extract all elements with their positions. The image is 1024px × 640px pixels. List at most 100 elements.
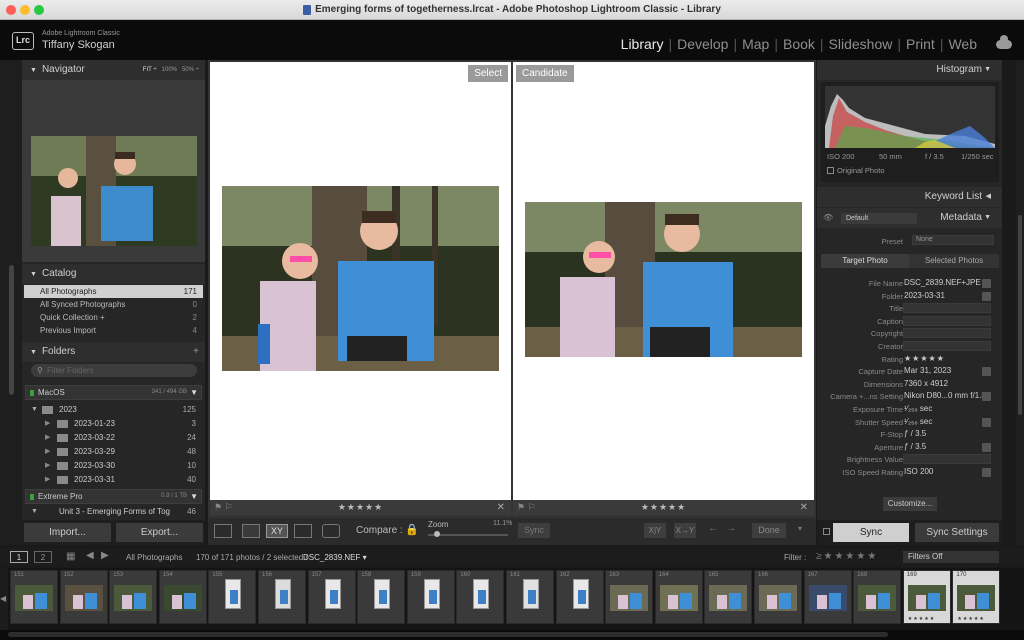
filmstrip-thumbnail[interactable]: 168 xyxy=(853,570,902,624)
filmstrip-thumbnail[interactable]: 153 xyxy=(109,570,158,624)
swap-button[interactable]: X|Y xyxy=(644,523,666,538)
metadata-field-value[interactable]: ƒ / 3.5 xyxy=(904,429,926,438)
window-2-button[interactable]: 2 xyxy=(34,551,52,563)
navigator-preview[interactable] xyxy=(22,80,205,262)
candidate-pane[interactable]: Candidate xyxy=(513,62,814,500)
filmstrip-thumbnail[interactable]: 166 xyxy=(754,570,802,624)
filmstrip-source[interactable]: All Photographs xyxy=(126,553,182,562)
catalog-item-quick-collection[interactable]: Quick Collection + 2 xyxy=(24,311,203,324)
tab-selected-photos[interactable]: Selected Photos xyxy=(909,254,999,268)
metadata-field-value[interactable]: ISO 200 xyxy=(904,467,933,476)
sync-toolbar-button[interactable]: Sync xyxy=(518,523,550,538)
close-candidate-icon[interactable]: ✕ xyxy=(800,500,808,515)
metadata-field-value[interactable]: ƒ / 3.5 xyxy=(904,442,926,451)
customize-button[interactable]: Customize... xyxy=(883,497,937,511)
eye-icon[interactable]: 👁 xyxy=(823,208,833,228)
disclosure-closed-icon[interactable]: ▶ xyxy=(45,459,50,472)
metadata-header[interactable]: 👁 Default Metadata ▼ xyxy=(817,208,1002,228)
filmstrip[interactable]: 151 152 153 154 155 156 157 158 159 160 161 162 163 1… xyxy=(8,568,1024,630)
subfolder-item[interactable]: ▶ 2023-03-22 24 xyxy=(25,431,202,444)
filmstrip-thumbnail[interactable]: 161 xyxy=(506,570,554,624)
done-button[interactable]: Done xyxy=(752,523,786,538)
compare-view-icon[interactable]: XY xyxy=(266,524,288,538)
subfolder-item[interactable]: ▶ 2023-03-29 48 xyxy=(25,445,202,458)
metadata-field-input[interactable] xyxy=(903,341,991,351)
module-library[interactable]: Library xyxy=(616,36,669,52)
metadata-field-value[interactable]: 2023-03-31 xyxy=(904,291,945,300)
zoom-fit[interactable]: FIT ÷ xyxy=(143,67,157,73)
grid-icon[interactable]: ▦ xyxy=(66,551,75,562)
sync-settings-button[interactable]: Sync Settings xyxy=(915,523,999,542)
disclosure-closed-icon[interactable]: ▶ xyxy=(45,417,50,430)
filmstrip-thumbnail[interactable]: 158 xyxy=(357,570,406,624)
metadata-field-input[interactable] xyxy=(903,303,991,314)
select-pane[interactable]: Select xyxy=(210,62,511,500)
export-button[interactable]: Export... xyxy=(116,523,203,542)
metadata-field-value[interactable]: ★★★★★ xyxy=(904,354,945,363)
subfolder-item[interactable]: ▶ 2023-03-30 10 xyxy=(25,459,202,472)
preset-menu[interactable]: None xyxy=(912,235,994,245)
lock-icon[interactable]: 🔒 xyxy=(405,523,419,536)
left-scrollbar[interactable] xyxy=(9,265,14,395)
tab-target-photo[interactable]: Target Photo xyxy=(821,254,909,268)
metadata-action-icon[interactable] xyxy=(982,367,991,377)
catalog-header[interactable]: ▼ Catalog xyxy=(22,264,205,284)
metadata-field-input[interactable] xyxy=(903,328,991,339)
close-window-button[interactable] xyxy=(6,5,16,15)
metadata-field-value[interactable]: Mar 31, 2023 xyxy=(904,366,951,375)
folder-2023[interactable]: ▼ 2023 125 xyxy=(25,403,202,416)
filter-rating-stars[interactable]: ≥★★★★★ xyxy=(816,551,878,562)
filmstrip-thumbnail[interactable]: 169 ★★★★★ xyxy=(902,570,951,624)
navigator-header[interactable]: ▼ Navigator FIT ÷ 100% 50% ÷ xyxy=(22,60,205,80)
histogram-panel[interactable]: ISO 200 50 mm f / 3.5 1/250 sec Original… xyxy=(821,82,999,182)
zoom-slider-thumb[interactable] xyxy=(434,531,440,537)
module-map[interactable]: Map xyxy=(737,36,774,52)
folder-unit3[interactable]: ▼ Unit 3 - Emerging Forms of Tog 46 xyxy=(25,507,202,517)
filmstrip-scrollbar[interactable] xyxy=(8,632,888,637)
disclosure-closed-icon[interactable]: ▶ xyxy=(45,431,50,444)
module-print[interactable]: Print xyxy=(901,36,940,52)
window-1-button[interactable]: 1 xyxy=(10,551,28,563)
metadata-field-input[interactable] xyxy=(903,315,991,326)
module-slideshow[interactable]: Slideshow xyxy=(824,36,898,52)
filmstrip-thumbnail[interactable]: 155 xyxy=(208,570,257,624)
metadata-preset-menu[interactable]: Default xyxy=(841,213,917,224)
module-develop[interactable]: Develop xyxy=(672,36,733,52)
right-scrollbar[interactable] xyxy=(1018,215,1022,415)
catalog-item-all-photographs[interactable]: All Photographs 171 xyxy=(24,285,203,298)
filmstrip-file[interactable]: DSC_2839.NEF ▾ xyxy=(303,553,367,562)
filmstrip-thumbnail[interactable]: 167 xyxy=(803,570,852,624)
metadata-action-icon[interactable] xyxy=(982,417,991,427)
sync-button[interactable]: Sync xyxy=(833,523,909,542)
add-folder-icon[interactable]: + xyxy=(193,342,199,362)
disclosure-closed-icon[interactable]: ▶ xyxy=(45,445,50,458)
filmstrip-thumbnail[interactable]: 151 xyxy=(10,570,58,624)
survey-view-icon[interactable] xyxy=(294,524,312,538)
catalog-item-previous-import[interactable]: Previous Import 4 xyxy=(24,324,203,337)
disclosure-open-icon[interactable]: ▼ xyxy=(31,403,38,416)
next-arrow-icon[interactable]: → xyxy=(726,523,736,534)
metadata-field-value[interactable]: DSC_2839.NEF+JPE xyxy=(904,278,981,287)
filmstrip-thumbnail[interactable]: 159 xyxy=(406,570,455,624)
loupe-view-icon[interactable] xyxy=(242,524,260,538)
flag-icon[interactable]: ⚑ ⚐ xyxy=(214,500,233,515)
metadata-action-icon[interactable] xyxy=(982,442,991,452)
folders-header[interactable]: ▼ Folders + xyxy=(22,342,205,362)
back-arrow-icon[interactable]: ◀ xyxy=(86,550,94,561)
filmstrip-thumbnail[interactable]: 170 ★★★★★ xyxy=(952,570,1001,624)
volume-macos[interactable]: MacOS 341 / 494 GB ▼ xyxy=(25,385,202,400)
select-stars[interactable]: ★★★★★ xyxy=(338,502,383,512)
filmstrip-scroll-left-icon[interactable]: ◀ xyxy=(0,568,8,630)
metadata-action-icon[interactable] xyxy=(982,468,991,477)
disclosure-open-icon[interactable]: ▼ xyxy=(31,507,38,517)
metadata-action-icon[interactable] xyxy=(982,291,991,301)
filmstrip-thumbnail[interactable]: 156 xyxy=(258,570,306,624)
close-select-icon[interactable]: ✕ xyxy=(497,500,505,515)
make-select-button[interactable]: X→Y xyxy=(674,523,696,538)
filmstrip-thumbnail[interactable]: 164 xyxy=(654,570,703,624)
module-web[interactable]: Web xyxy=(943,36,982,52)
metadata-field-value[interactable]: ¹⁄₂₅₀ sec xyxy=(904,417,932,426)
candidate-stars[interactable]: ★★★★★ xyxy=(641,502,686,512)
subfolder-item[interactable]: ▶ 2023-01-23 3 xyxy=(25,417,202,430)
metadata-field-value[interactable]: ¹⁄₂₅₀ sec xyxy=(904,404,932,413)
